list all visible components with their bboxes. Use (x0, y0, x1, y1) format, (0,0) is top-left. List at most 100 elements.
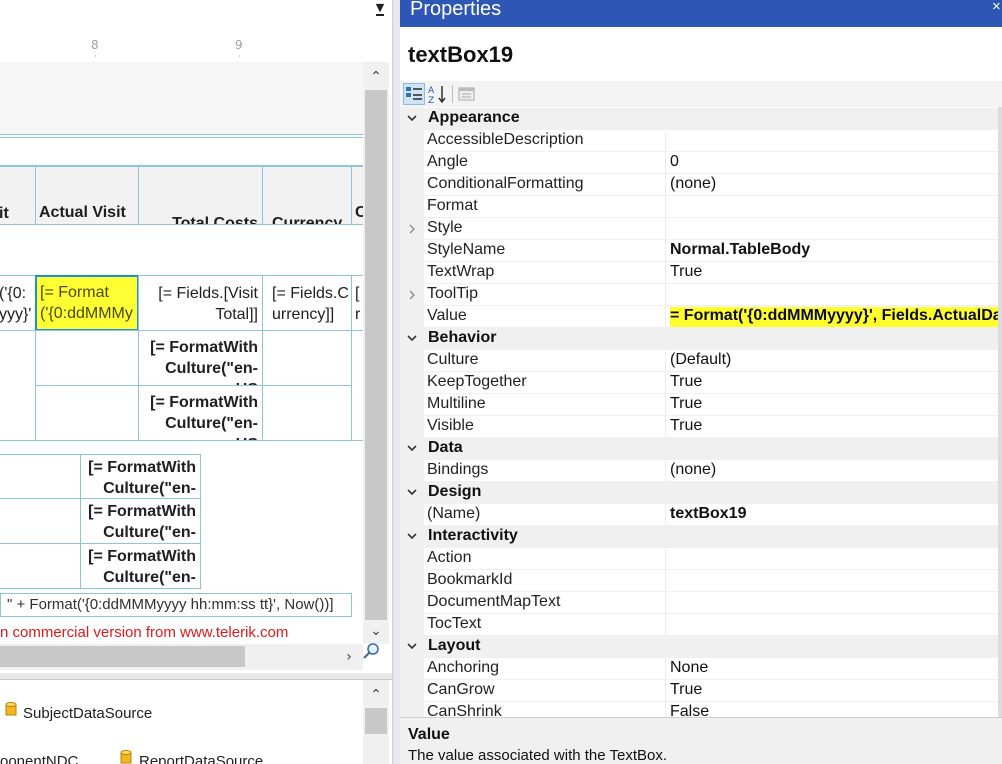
property-value[interactable]: None (670, 659, 1000, 681)
scrollbar-thumb[interactable] (0, 646, 245, 667)
chevron-down-icon[interactable] (406, 111, 418, 125)
property-row-name[interactable]: (Name) textBox19 (400, 504, 1002, 527)
summary-cell[interactable]: [= FormatWith Culture("en-US (80, 454, 201, 499)
property-value[interactable] (670, 219, 1000, 241)
header-text: Currency (272, 215, 343, 225)
property-value[interactable]: (none) (670, 461, 1000, 483)
table-cell[interactable] (35, 330, 139, 386)
tray-vertical-scrollbar[interactable]: ⌃ (363, 680, 389, 764)
property-row-bookmarkid[interactable]: BookmarkId (400, 570, 1002, 593)
chevron-down-icon[interactable] (406, 529, 418, 543)
category-layout[interactable]: Layout (400, 636, 1002, 658)
chevron-down-icon[interactable] (406, 485, 418, 499)
category-behavior[interactable]: Behavior (400, 328, 1002, 350)
table-header-cell[interactable]: it (0, 166, 36, 225)
designer-vertical-scrollbar[interactable]: ⌃ ⌄ (363, 62, 389, 644)
property-row-conditionalformatting[interactable]: ConditionalFormatting (none) (400, 174, 1002, 197)
property-row-value[interactable]: Value = Format('{0:ddMMMyyyy}', Fields.Ac… (400, 306, 1002, 329)
page-header-section[interactable] (0, 62, 363, 135)
property-row-multiline[interactable]: Multiline True (400, 394, 1002, 417)
component-tray-divider[interactable] (0, 673, 392, 680)
table-cell-total-costs[interactable]: [= Fields.[Visit Total]] (138, 275, 263, 331)
category-design[interactable]: Design (400, 482, 1002, 504)
categorized-view-icon[interactable] (403, 83, 425, 105)
category-interactivity[interactable]: Interactivity (400, 526, 1002, 548)
chevron-down-icon[interactable] (406, 331, 418, 345)
property-pages-icon[interactable] (456, 83, 478, 105)
property-row-accessibledescription[interactable]: AccessibleDescription (400, 130, 1002, 153)
property-name: Visible (427, 417, 666, 439)
property-value[interactable]: textBox19 (670, 505, 1000, 527)
property-row-culture[interactable]: Culture (Default) (400, 350, 1002, 373)
property-row-toctext[interactable]: TocText (400, 614, 1002, 637)
property-row-documentmaptext[interactable]: DocumentMapText (400, 592, 1002, 615)
chevron-right-icon[interactable] (408, 224, 416, 234)
property-row-stylename[interactable]: StyleName Normal.TableBody (400, 240, 1002, 263)
footer-expression-textbox[interactable]: " + Format('{0:ddMMMyyyy hh:mm:ss tt}', … (0, 593, 352, 617)
scrollbar-thumb[interactable] (365, 90, 387, 620)
table-header-cell-total-costs[interactable]: Total Costs (138, 166, 263, 225)
property-value[interactable] (670, 615, 1000, 637)
property-value[interactable]: 0 (670, 153, 1000, 175)
property-row-format[interactable]: Format (400, 196, 1002, 219)
summary-cell[interactable]: [= FormatWith Culture("en-US (80, 543, 201, 589)
category-data[interactable]: Data (400, 438, 1002, 460)
property-value[interactable] (670, 571, 1000, 593)
table-cell-total[interactable]: [= FormatWith Culture("en-US (138, 330, 263, 386)
property-value[interactable] (670, 197, 1000, 219)
scroll-right-icon[interactable]: › (336, 644, 362, 670)
chevron-down-icon[interactable] (406, 441, 418, 455)
datasource-item-component-ndc[interactable]: oonentNDC (0, 753, 78, 764)
table-cell-total[interactable]: [= FormatWith Culture("en-US (138, 385, 263, 441)
table-header-cell-currency[interactable]: Currency (262, 166, 352, 225)
property-row-keeptogether[interactable]: KeepTogether True (400, 372, 1002, 395)
panel-splitter[interactable] (392, 0, 400, 764)
scrollbar-thumb[interactable] (365, 708, 387, 734)
property-row-angle[interactable]: Angle 0 (400, 152, 1002, 175)
scroll-up-icon[interactable]: ⌃ (363, 64, 389, 90)
table-header-cell-actual-visit-date[interactable]: Actual Visit Date (35, 166, 139, 225)
table-cell-currency[interactable]: [= Fields.Currency]] (262, 275, 352, 331)
report-canvas[interactable]: it Actual Visit Date Total Costs Currenc… (0, 57, 365, 644)
selected-textbox-actual-visit-date[interactable]: [= Format('{0:ddMMMyy (35, 275, 139, 331)
property-row-textwrap[interactable]: TextWrap True (400, 262, 1002, 285)
datasource-item-subject[interactable]: SubjectDataSource (23, 705, 152, 722)
chevron-right-icon[interactable] (408, 290, 416, 300)
property-row-cangrow[interactable]: CanGrow True (400, 680, 1002, 703)
property-row-bindings[interactable]: Bindings (none) (400, 460, 1002, 483)
property-value[interactable]: True (670, 263, 1000, 285)
property-row-visible[interactable]: Visible True (400, 416, 1002, 439)
property-value[interactable]: Normal.TableBody (670, 241, 1000, 263)
property-row-tooltip[interactable]: ToolTip (400, 284, 1002, 307)
magnifier-icon[interactable] (361, 641, 381, 661)
property-value[interactable] (670, 593, 1000, 615)
table-cell[interactable] (262, 385, 352, 441)
property-value[interactable]: (none) (670, 175, 1000, 197)
table-cell[interactable]: ('{0: yyy}' (0, 275, 36, 331)
property-value[interactable] (670, 285, 1000, 307)
property-value[interactable]: True (670, 417, 1000, 439)
property-value[interactable]: True (670, 681, 1000, 703)
property-value[interactable]: = Format('{0:ddMMMyyyy}', Fields.ActualD… (670, 307, 1000, 329)
designer-horizontal-scrollbar[interactable]: › (0, 644, 363, 670)
datasource-item-report[interactable]: ReportDataSource (139, 753, 263, 764)
property-row-action[interactable]: Action (400, 548, 1002, 571)
scroll-up-icon[interactable]: ⌃ (363, 682, 389, 708)
property-row-anchoring[interactable]: Anchoring None (400, 658, 1002, 681)
property-grid-scrollbar[interactable] (998, 107, 1002, 717)
category-appearance[interactable]: Appearance (400, 108, 1002, 130)
property-value[interactable]: True (670, 373, 1000, 395)
sort-az-icon[interactable]: A Z (427, 83, 449, 106)
summary-cell[interactable]: [= FormatWith Culture("en-US (80, 498, 201, 544)
property-row-style[interactable]: Style (400, 218, 1002, 241)
property-value[interactable]: (Default) (670, 351, 1000, 373)
property-value[interactable] (670, 549, 1000, 571)
selected-object-name[interactable]: textBox19 (408, 42, 513, 68)
table-cell[interactable] (35, 385, 139, 441)
window-dropdown-icon[interactable]: ▼ (372, 0, 388, 18)
table-cell[interactable] (262, 330, 352, 386)
chevron-down-icon[interactable] (406, 639, 418, 653)
close-icon[interactable]: × (992, 0, 1002, 14)
property-value[interactable] (670, 131, 1000, 153)
property-value[interactable]: True (670, 395, 1000, 417)
